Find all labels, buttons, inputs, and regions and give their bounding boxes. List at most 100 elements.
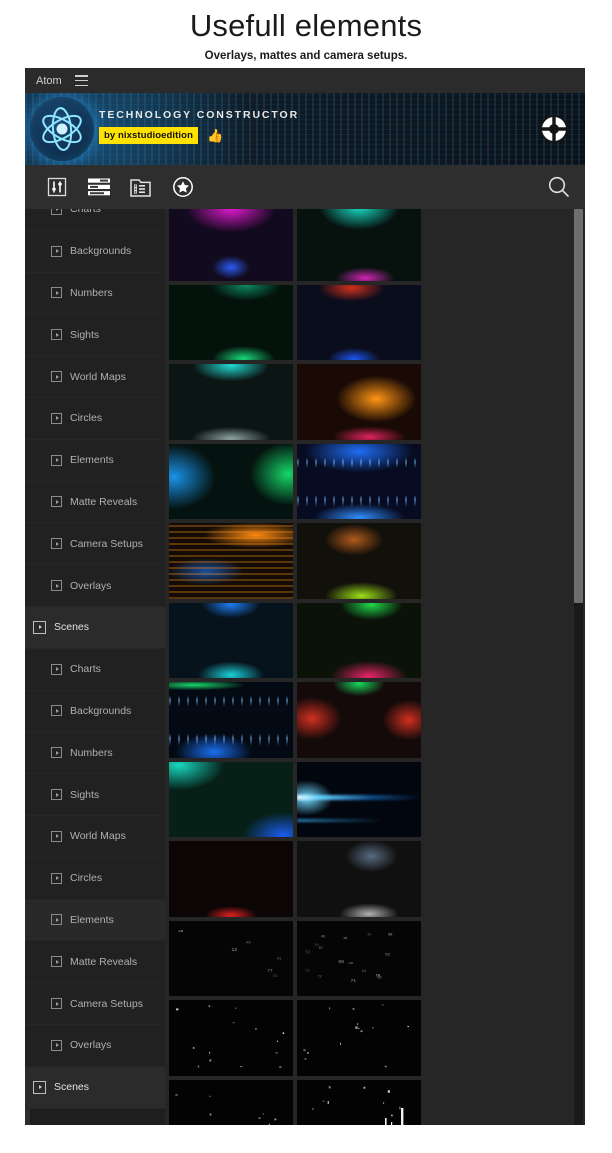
svg-text:29: 29 (377, 976, 381, 980)
thumbnail-numbers-dense-element[interactable]: 18367074074666826202722990835340 (297, 921, 421, 997)
thumbnail-dots-small-element[interactable] (169, 1080, 293, 1126)
thumbnail-image (169, 364, 293, 440)
thumbnail-bars-vertical-element[interactable] (297, 1080, 421, 1126)
thumbnail-grid: 1277402679411836707407466682620272299083… (165, 209, 551, 1125)
svg-text:12: 12 (232, 946, 238, 952)
sidebar-item-camera-setups[interactable]: Camera Setups (25, 523, 165, 565)
target-crosshair-icon[interactable] (539, 114, 569, 144)
sidebar-item-world-maps[interactable]: World Maps (25, 816, 165, 858)
play-box-icon (51, 789, 62, 800)
film-folder-icon[interactable] (123, 172, 159, 202)
sidebar-item-label: Numbers (70, 287, 113, 299)
category-sidebar[interactable]: ChartsBackgroundsNumbersSightsWorld Maps… (25, 209, 165, 1125)
thumbnail-image (297, 209, 421, 281)
play-box-icon (51, 209, 62, 215)
thumbnail-amber-glitch-overlay[interactable] (169, 523, 293, 599)
grid-scrollbar-track[interactable] (574, 209, 583, 1125)
sidebar-item-scenes[interactable]: Scenes (25, 1067, 165, 1109)
sidebar-item-label: Charts (70, 663, 101, 675)
sidebar-item-matte-reveals[interactable]: Matte Reveals (25, 941, 165, 983)
svg-text:02: 02 (315, 943, 319, 947)
sidebar-item-backgrounds[interactable]: Backgrounds (25, 231, 165, 273)
sidebar-item-label: Matte Reveals (70, 956, 137, 968)
author-badge[interactable]: by nixstudioedition (99, 127, 198, 144)
thumbnail-red-fog-green-top-overlay[interactable] (297, 682, 421, 758)
thumbnail-dots-cluster-element[interactable] (297, 1000, 421, 1076)
sidebar-item-matte-reveals[interactable]: Matte Reveals (25, 482, 165, 524)
hamburger-icon[interactable] (75, 75, 88, 86)
svg-text:79: 79 (272, 974, 277, 978)
sidebar-item-label: Overlays (70, 1039, 111, 1051)
thumbnail-dots-scatter-element[interactable] (169, 1000, 293, 1076)
thumbnail-grey-vertical-haze-overlay[interactable] (297, 841, 421, 917)
sidebar-item-numbers[interactable]: Numbers (25, 732, 165, 774)
sidebar-item-sights[interactable]: Sights (25, 774, 165, 816)
thumbnail-green-bottom-glow-overlay[interactable] (169, 285, 293, 361)
sidebar-item-overlays[interactable]: Overlays (25, 565, 165, 607)
product-banner: TECHNOLOGY CONSTRUCTOR by nixstudioediti… (25, 93, 585, 165)
sidebar-item-label: Elements (70, 454, 114, 466)
thumbnail-orange-lamp-overlay[interactable] (297, 364, 421, 440)
thumbnail-image (169, 762, 293, 838)
sidebar-item-label: Matte Reveals (70, 496, 137, 508)
sidebar-item-circles[interactable]: Circles (25, 398, 165, 440)
sidebar-item-label: Scenes (54, 621, 89, 633)
play-box-icon (51, 998, 62, 1009)
sidebar-item-circles[interactable]: Circles (25, 858, 165, 900)
sidebar-item-world-maps[interactable]: World Maps (25, 356, 165, 398)
play-box-icon (33, 1081, 46, 1094)
sidebar-item-label: Camera Setups (70, 538, 143, 550)
play-box-icon (51, 705, 62, 716)
sidebar-item-elements[interactable]: Elements (25, 900, 165, 942)
thumbnail-image (297, 364, 421, 440)
svg-text:83: 83 (362, 969, 367, 973)
thumbnail-red-blue-beam-overlay[interactable] (297, 285, 421, 361)
svg-text:66: 66 (338, 959, 344, 965)
star-circle-icon[interactable] (165, 172, 201, 202)
page-header: Usefull elements Overlays, mattes and ca… (0, 0, 612, 63)
sidebar-item-scenes[interactable]: Scenes (25, 607, 165, 649)
play-box-icon (51, 914, 62, 925)
sidebar-item-overlays[interactable]: Overlays (25, 1025, 165, 1067)
play-box-icon (51, 1040, 62, 1051)
search-icon[interactable] (547, 175, 571, 204)
sidebar-item-label: World Maps (70, 371, 126, 383)
thumbnail-blue-vertical-beam-overlay[interactable] (169, 603, 293, 679)
svg-text:41: 41 (277, 957, 282, 961)
svg-text:72: 72 (317, 975, 322, 979)
thumbnail-blue-lens-streak-overlay[interactable] (297, 762, 421, 838)
main-toolbar (25, 165, 585, 209)
svg-text:77: 77 (267, 968, 273, 973)
grid-scrollbar-thumb[interactable] (574, 209, 583, 603)
sidebar-item-elements[interactable]: Elements (25, 440, 165, 482)
thumbnail-image (297, 285, 421, 361)
sidebar-item-numbers[interactable]: Numbers (25, 273, 165, 315)
thumbnail-warm-green-burst-overlay[interactable] (297, 523, 421, 599)
play-box-icon (51, 538, 62, 549)
thumbs-up-icon[interactable]: 👍 (207, 129, 223, 142)
sliders-icon[interactable] (39, 172, 75, 202)
sidebar-item-charts[interactable]: Charts (25, 649, 165, 691)
thumbnail-blue-green-sparkle-overlay[interactable] (169, 444, 293, 520)
thumbnail-grid-panel[interactable]: 1277402679411836707407466682620272299083… (165, 209, 585, 1125)
svg-text:53: 53 (305, 950, 311, 955)
sidebar-item-backgrounds[interactable]: Backgrounds (25, 691, 165, 733)
thumbnail-image (297, 603, 421, 679)
thumbnail-image (169, 285, 293, 361)
thumbnail-lens-streak (297, 795, 421, 800)
thumbnail-magenta-beam-overlay[interactable] (169, 209, 293, 281)
layers-icon[interactable] (81, 172, 117, 202)
thumbnail-blue-data-lines-overlay[interactable] (297, 444, 421, 520)
thumbnail-numbers-sparse-element[interactable]: 127740267941 (169, 921, 293, 997)
sidebar-item-sights[interactable]: Sights (25, 314, 165, 356)
play-box-icon (51, 580, 62, 591)
thumbnail-green-pink-beam-overlay[interactable] (297, 603, 421, 679)
play-box-icon (51, 371, 62, 382)
thumbnail-teal-blue-gradient-overlay[interactable] (169, 762, 293, 838)
sidebar-item-charts[interactable]: Charts (25, 209, 165, 231)
thumbnail-cyan-top-flare-overlay[interactable] (297, 209, 421, 281)
sidebar-item-camera-setups[interactable]: Camera Setups (25, 983, 165, 1025)
thumbnail-teal-soft-haze-overlay[interactable] (169, 364, 293, 440)
thumbnail-blue-scanline-overlay[interactable] (169, 682, 293, 758)
thumbnail-dark-red-dust-overlay[interactable] (169, 841, 293, 917)
